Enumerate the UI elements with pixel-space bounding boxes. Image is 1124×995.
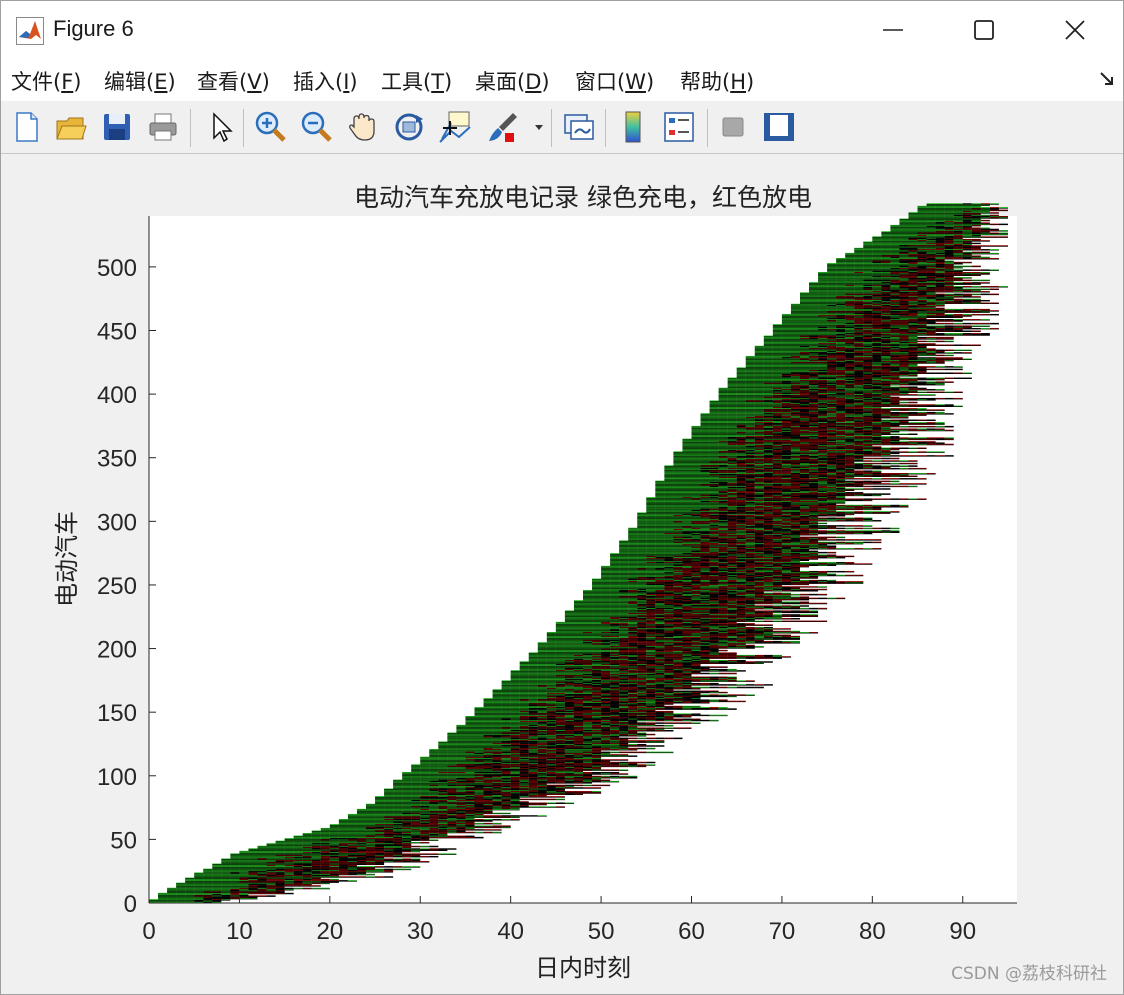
matlab-logo-icon [16, 17, 44, 45]
menu-insert[interactable]: 插入(I) [293, 66, 358, 96]
maximize-button[interactable] [938, 1, 1030, 59]
new-figure-icon[interactable] [9, 109, 45, 145]
data-cursor-icon[interactable] [437, 109, 473, 145]
legend-icon[interactable] [661, 109, 697, 145]
minimize-button[interactable] [847, 1, 939, 59]
menu-desktop[interactable]: 桌面(D) [475, 66, 550, 96]
menu-bar: 文件(F) 编辑(E) 查看(V) 插入(I) 工具(T) 桌面(D) 窗口(W… [1, 59, 1123, 102]
brush-icon[interactable] [485, 109, 521, 145]
title-bar: Figure 6 [1, 1, 1123, 59]
edit-plot-arrow-icon[interactable] [203, 109, 239, 145]
figure-window: Figure 6 文件(F) 编辑(E) 查看(V) 插入(I) 工具(T) 桌… [0, 0, 1124, 995]
toolbar-separator [605, 109, 606, 147]
close-icon [1065, 20, 1085, 40]
toolbar-separator [707, 109, 708, 147]
figure-area: 0 10 20 30 40 50 60 70 80 90 0 50 100 150 200 250 300 350… [1, 154, 1123, 994]
rotate-3d-icon[interactable] [391, 109, 427, 145]
menu-tools[interactable]: 工具(T) [381, 66, 452, 96]
toolbar-separator [190, 109, 191, 147]
menu-view[interactable]: 查看(V) [197, 66, 270, 96]
zoom-in-icon[interactable] [253, 109, 289, 145]
open-file-icon[interactable] [53, 109, 89, 145]
save-icon[interactable] [99, 109, 135, 145]
menu-file[interactable]: 文件(F) [11, 66, 82, 96]
chart[interactable]: 0 10 20 30 40 50 60 70 80 90050100150200250300350… [1, 154, 1123, 994]
colorbar-icon[interactable] [615, 109, 651, 145]
menu-edit[interactable]: 编辑(E) [104, 66, 176, 96]
hide-plot-tools-icon[interactable] [715, 109, 751, 145]
chevron-down-icon[interactable] [533, 121, 545, 133]
dock-arrow-icon[interactable] [1099, 71, 1115, 87]
link-plot-icon[interactable] [561, 109, 597, 145]
minimize-icon [883, 29, 903, 31]
window-title: Figure 6 [53, 16, 134, 41]
maximize-icon [974, 20, 994, 40]
toolbar-separator [551, 109, 552, 147]
close-button[interactable] [1029, 1, 1121, 59]
toolbar-separator [243, 109, 244, 147]
print-icon[interactable] [145, 109, 181, 145]
zoom-out-icon[interactable] [299, 109, 335, 145]
menu-help[interactable]: 帮助(H) [680, 66, 754, 96]
toolbar [1, 101, 1123, 154]
show-plot-tools-icon[interactable] [761, 109, 797, 145]
pan-hand-icon[interactable] [345, 109, 381, 145]
menu-window[interactable]: 窗口(W) [575, 66, 654, 96]
